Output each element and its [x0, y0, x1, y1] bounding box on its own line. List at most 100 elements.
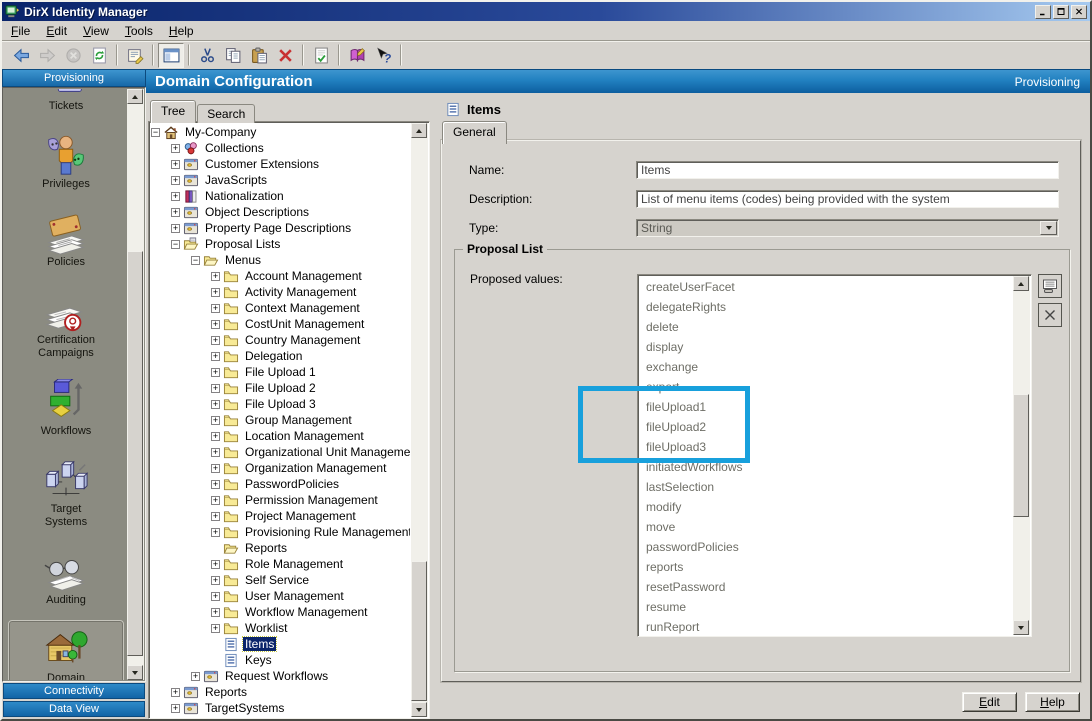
tab[interactable]: General — [442, 121, 507, 144]
tree-node[interactable]: + TargetSystems — [151, 700, 410, 716]
tree-node-label[interactable]: Customer Extensions — [203, 157, 321, 171]
list-item[interactable]: exchange — [640, 357, 1012, 377]
toolbar-button[interactable] — [8, 43, 34, 68]
tree-node[interactable]: + Provisioning Rule Management — [151, 524, 410, 540]
tree-node-label[interactable]: Worklist — [243, 621, 289, 635]
sidebar-item[interactable]: Privileges — [8, 126, 124, 196]
sidebar-footer-bar[interactable]: Data View — [3, 701, 145, 717]
expander-icon[interactable]: + — [211, 288, 220, 297]
tree-node[interactable]: + File Upload 1 — [151, 364, 410, 380]
tree-node-label[interactable]: Permission Management — [243, 493, 380, 507]
tree-node[interactable]: + Organization Management — [151, 460, 410, 476]
tree-node-label[interactable]: Items — [243, 637, 276, 651]
toolbar-button[interactable] — [272, 43, 298, 68]
expander-icon[interactable]: + — [211, 368, 220, 377]
tree-node[interactable]: + Country Management — [151, 332, 410, 348]
tree-node-label[interactable]: JavaScripts — [203, 173, 269, 187]
toolbar-button[interactable] — [116, 44, 118, 66]
expander-icon[interactable]: + — [211, 464, 220, 473]
list-action-button[interactable] — [1038, 274, 1062, 298]
dialog-button[interactable]: Edit — [962, 692, 1017, 712]
tree-node[interactable]: + Object Descriptions — [151, 204, 410, 220]
toolbar-button[interactable] — [246, 43, 272, 68]
tree-node[interactable]: + Worklist — [151, 620, 410, 636]
list-item[interactable]: lastSelection — [640, 477, 1012, 497]
expander-icon[interactable]: + — [171, 208, 180, 217]
tree-node-label[interactable]: Nationalization — [203, 189, 286, 203]
sidebar-item[interactable]: Tickets — [8, 89, 124, 118]
toolbar-button[interactable] — [302, 44, 304, 66]
expander-icon[interactable]: + — [171, 224, 180, 233]
scrollbar-thumb[interactable] — [411, 561, 427, 701]
expander-icon[interactable]: + — [211, 336, 220, 345]
tree-node-label[interactable]: Organization Management — [243, 461, 388, 475]
tree-node-label[interactable]: Proposal Lists — [203, 237, 282, 251]
tree-node-label[interactable]: Context Management — [243, 301, 362, 315]
expander-icon[interactable]: + — [211, 304, 220, 313]
menu-item[interactable]: File — [3, 22, 38, 40]
tree-node[interactable]: + Collections — [151, 140, 410, 156]
tree-node[interactable]: + User Management — [151, 588, 410, 604]
tree-node[interactable]: + Property Page Descriptions — [151, 220, 410, 236]
expander-icon[interactable] — [211, 640, 220, 649]
tree-node-label[interactable]: Organizational Unit Management — [243, 445, 410, 459]
window-control-button[interactable] — [1035, 5, 1051, 19]
expander-icon[interactable]: + — [211, 352, 220, 361]
expander-icon[interactable]: + — [171, 704, 180, 713]
tree-node[interactable]: + Request Workflows — [151, 668, 410, 684]
tree-node-label[interactable]: Group Management — [243, 413, 354, 427]
list-item[interactable]: runReport — [640, 617, 1012, 634]
expander-icon[interactable]: + — [211, 400, 220, 409]
list-item[interactable]: delete — [640, 317, 1012, 337]
list-item[interactable]: reports — [640, 557, 1012, 577]
tree-node-label[interactable]: File Upload 3 — [243, 397, 318, 411]
tree-node-label[interactable]: Location Management — [243, 429, 366, 443]
toolbar-button[interactable] — [152, 44, 154, 66]
type-dropdown[interactable]: String — [636, 219, 1059, 237]
sidebar-item[interactable]: Policies — [8, 204, 124, 274]
tree-node[interactable]: + Self Service — [151, 572, 410, 588]
tree-node[interactable]: − Proposal Lists — [151, 236, 410, 252]
tree-node-label[interactable]: Reports — [203, 685, 249, 699]
menu-item[interactable]: Help — [161, 22, 202, 40]
tree-node[interactable]: + JavaScripts — [151, 172, 410, 188]
tree-node[interactable]: − My-Company — [151, 124, 410, 140]
scrollbar-thumb[interactable] — [127, 251, 143, 656]
tree-node-label[interactable]: PasswordPolicies — [243, 477, 341, 491]
expander-icon[interactable]: + — [211, 624, 220, 633]
toolbar-button[interactable] — [86, 43, 112, 68]
expander-icon[interactable]: + — [211, 320, 220, 329]
expander-icon[interactable]: + — [211, 272, 220, 281]
tree-node[interactable]: + Location Management — [151, 428, 410, 444]
expander-icon[interactable]: + — [211, 592, 220, 601]
tree-node[interactable]: + Role Management — [151, 556, 410, 572]
tab[interactable]: Tree — [150, 100, 196, 123]
tree-node-label[interactable]: Country Management — [243, 333, 362, 347]
tree-node[interactable]: + Delegation — [151, 348, 410, 364]
toolbar-button[interactable] — [194, 43, 220, 68]
tree-node-label[interactable]: File Upload 1 — [243, 365, 318, 379]
toolbar-button[interactable] — [220, 43, 246, 68]
tree-node[interactable]: + Group Management — [151, 412, 410, 428]
list-item[interactable]: modify — [640, 497, 1012, 517]
list-item[interactable]: createUserFacet — [640, 277, 1012, 297]
tab[interactable]: Search — [197, 104, 255, 123]
expander-icon[interactable]: + — [211, 560, 220, 569]
menu-item[interactable]: View — [75, 22, 117, 40]
tree-scrollbar[interactable] — [411, 123, 428, 717]
sidebar-item[interactable]: Workflows — [8, 373, 124, 443]
tree-node-label[interactable]: Property Page Descriptions — [203, 221, 353, 235]
expander-icon[interactable]: + — [211, 384, 220, 393]
toolbar-button[interactable] — [122, 43, 148, 68]
expander-icon[interactable]: + — [211, 608, 220, 617]
expander-icon[interactable]: + — [211, 512, 220, 521]
sidebar-item[interactable]: Certification Campaigns — [8, 282, 124, 365]
toolbar-button[interactable] — [34, 43, 60, 68]
expander-icon[interactable]: + — [171, 160, 180, 169]
tree-node-label[interactable]: Account Management — [243, 269, 364, 283]
tree-node-label[interactable]: Menus — [223, 253, 263, 267]
expander-icon[interactable]: + — [171, 192, 180, 201]
toolbar-button[interactable] — [308, 43, 334, 68]
tree-node-label[interactable]: Workflow Management — [243, 605, 370, 619]
expander-icon[interactable] — [211, 656, 220, 665]
